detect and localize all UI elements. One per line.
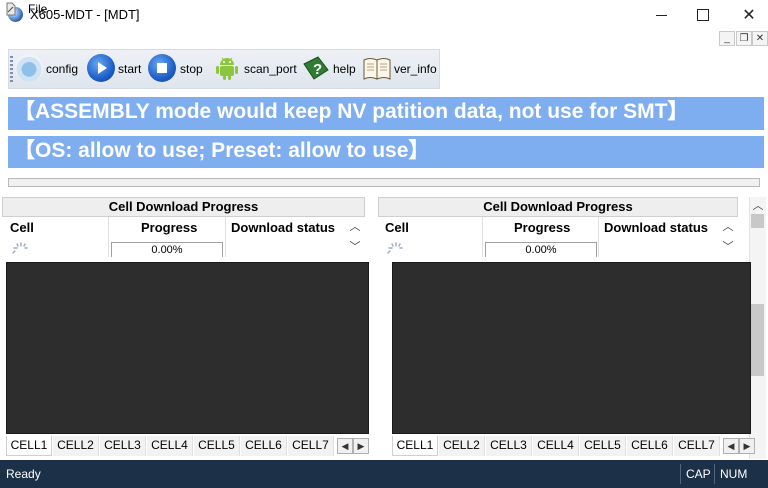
left-tab-cell4[interactable]: CELL4 [147,436,193,456]
left-col-cell: Cell [10,220,34,235]
right-cell-progress-value: 0.00% [485,242,597,257]
status-separator [680,464,681,484]
mdi-close-button[interactable]: ✕ [752,31,768,46]
right-tab-scroll-left[interactable]: ◀ [723,438,739,454]
left-log-console[interactable] [6,262,369,434]
maximize-button[interactable] [680,0,726,30]
right-col-progress: Progress [514,220,571,235]
minimize-button[interactable] [638,0,684,30]
right-scroll-up-arrow[interactable]: ︿ [720,219,736,235]
play-icon[interactable] [87,54,115,82]
right-panel-title: Cell Download Progress [378,197,738,217]
stop-button-label[interactable]: stop [180,62,203,76]
left-scroll-down-arrow[interactable]: ﹀ [347,239,363,255]
left-tab-scroll-left[interactable]: ◀ [337,438,353,454]
status-ready-text: Ready [6,467,41,481]
loading-spinner-icon [12,242,28,254]
vscroll-thumb[interactable] [751,214,764,228]
right-tab-cell4[interactable]: CELL4 [533,436,579,456]
right-col-separator [482,217,483,257]
right-col-download-status: Download status [604,220,709,235]
status-separator [714,464,715,484]
left-tab-cell2[interactable]: CELL2 [53,436,99,456]
maximize-icon [697,9,709,21]
left-col-progress: Progress [141,220,198,235]
left-tab-cell7[interactable]: CELL7 [288,436,334,456]
svg-text:?: ? [313,61,322,78]
stop-icon[interactable] [148,54,176,82]
right-col-separator [598,217,599,257]
status-bar [0,460,768,488]
right-tab-cell1[interactable]: CELL1 [392,436,438,456]
config-button-label[interactable]: config [46,62,78,76]
minimize-icon [655,14,667,16]
permission-banner: 【OS: allow to use; Preset: allow to use】 [8,136,764,168]
caps-lock-indicator: CAP [686,467,711,481]
android-icon[interactable] [213,54,241,82]
num-lock-indicator: NUM [720,467,748,481]
menu-bar [0,30,768,48]
menu-file[interactable]: File [28,2,47,16]
close-icon: ✕ [742,7,756,24]
right-tab-cell2[interactable]: CELL2 [439,436,485,456]
mode-warning-banner: 【ASSEMBLY mode would keep NV patition da… [8,97,764,130]
start-button-label[interactable]: start [118,62,141,76]
loading-spinner-icon [387,242,403,254]
right-tab-cell6[interactable]: CELL6 [627,436,673,456]
scan-port-button-label[interactable]: scan_port [244,62,297,76]
mdi-minimize-button[interactable]: _ [719,31,735,46]
left-col-download-status: Download status [231,220,336,235]
help-button-label[interactable]: help [333,62,356,76]
left-tab-scroll-right[interactable]: ▶ [353,438,369,454]
right-log-console[interactable] [392,262,751,434]
left-col-separator [108,217,109,257]
left-tab-cell1[interactable]: CELL1 [6,436,52,456]
overall-progress-bar [8,178,760,187]
ver-info-button-label[interactable]: ver_info [394,62,437,76]
config-disc-icon[interactable] [15,54,43,82]
vscroll-up-arrow[interactable]: ︿ [750,198,766,214]
left-col-separator [225,217,226,257]
vscroll-thumb-lower[interactable] [751,304,764,376]
document-icon [6,2,16,16]
right-tab-scroll-right[interactable]: ▶ [739,438,755,454]
left-panel-title: Cell Download Progress [2,197,365,217]
left-scroll-up-arrow[interactable]: ︿ [347,219,363,235]
right-tab-cell5[interactable]: CELL5 [580,436,626,456]
help-icon[interactable]: ? [302,54,330,82]
right-col-cell: Cell [385,220,409,235]
right-tab-cell7[interactable]: CELL7 [674,436,720,456]
toolbar-grip[interactable] [10,56,13,82]
mdi-restore-button[interactable]: ❐ [736,31,752,46]
right-scroll-down-arrow[interactable]: ﹀ [720,239,736,255]
close-button[interactable]: ✕ [726,0,768,30]
left-tab-cell5[interactable]: CELL5 [194,436,240,456]
left-tab-cell3[interactable]: CELL3 [100,436,146,456]
book-icon[interactable] [362,54,392,82]
left-cell-progress-value: 0.00% [111,242,223,257]
left-tab-cell6[interactable]: CELL6 [241,436,287,456]
right-tab-cell3[interactable]: CELL3 [486,436,532,456]
